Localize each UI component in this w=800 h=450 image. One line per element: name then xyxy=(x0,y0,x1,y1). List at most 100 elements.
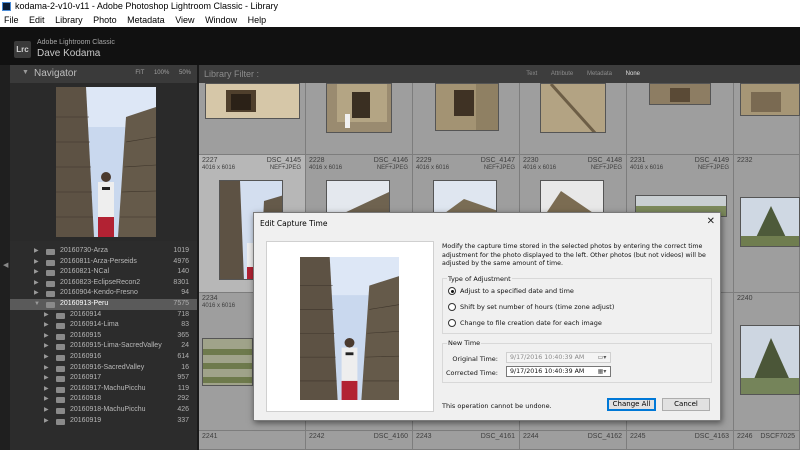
menu-edit[interactable]: Edit xyxy=(25,13,49,27)
grid-cell[interactable] xyxy=(627,83,734,155)
photo-thumbnail[interactable] xyxy=(435,83,499,131)
expand-right-icon[interactable]: ▶ xyxy=(44,320,49,331)
change-all-button[interactable]: Change All xyxy=(607,398,656,411)
folder-count: 4976 xyxy=(173,257,189,265)
grid-cell[interactable] xyxy=(413,83,520,155)
folder-count: 614 xyxy=(177,352,189,360)
folder-row[interactable]: ▶ 20160914-Lima 83 xyxy=(10,320,197,331)
close-icon[interactable]: ✕ xyxy=(707,216,715,227)
library-filter-bar: Library Filter : Text Attribute Metadata… xyxy=(199,65,800,83)
folder-row[interactable]: ▶ 20160821-NCal 140 xyxy=(10,267,197,278)
zoom-50[interactable]: 50% xyxy=(179,70,191,76)
expand-right-icon[interactable]: ▶ xyxy=(44,416,49,427)
menu-file[interactable]: File xyxy=(0,13,23,27)
cell-index: 2231 xyxy=(630,157,646,164)
grid-cell[interactable]: 2243 DSC_4161 xyxy=(413,431,520,450)
folder-row[interactable]: ▶ 20160811-Arza-Perseids 4976 xyxy=(10,257,197,268)
menu-help[interactable]: Help xyxy=(244,13,271,27)
collapse-left-icon[interactable]: ◀ xyxy=(3,261,8,269)
navigator-title: Navigator xyxy=(34,68,77,79)
expand-right-icon[interactable]: ▶ xyxy=(34,267,39,278)
expand-right-icon[interactable]: ▶ xyxy=(44,341,49,352)
grid-cell[interactable]: 2242 DSC_4160 xyxy=(306,431,413,450)
grid-cell[interactable]: 2232 xyxy=(734,155,800,293)
navigator-header[interactable]: ▼ Navigator FIT 100% 50% xyxy=(10,65,197,83)
folder-row[interactable]: ▼ 20160913-Peru 7575 xyxy=(10,298,197,310)
photo-thumbnail[interactable] xyxy=(205,83,300,119)
photo-thumbnail[interactable] xyxy=(740,197,800,247)
photo-thumbnail[interactable] xyxy=(326,83,392,133)
filter-metadata[interactable]: Metadata xyxy=(587,71,612,77)
navigator-preview[interactable] xyxy=(10,83,197,241)
expand-right-icon[interactable]: ▶ xyxy=(44,331,49,342)
expand-right-icon[interactable]: ▶ xyxy=(34,257,39,268)
grid-cell[interactable]: 2244 DSC_4162 xyxy=(520,431,627,450)
folder-count: 718 xyxy=(177,310,189,318)
expand-right-icon[interactable]: ▶ xyxy=(44,363,49,374)
corrected-time-field[interactable]: 9/17/2016 10:40:39 AM ▦▾ xyxy=(506,366,611,377)
expand-right-icon[interactable]: ▶ xyxy=(44,384,49,395)
menu-photo[interactable]: Photo xyxy=(89,13,121,27)
folder-row[interactable]: ▶ 20160916-SacredValley 16 xyxy=(10,363,197,374)
photo-thumbnail[interactable] xyxy=(649,83,711,105)
photo-thumbnail[interactable] xyxy=(540,83,606,133)
dialog-photo-frame xyxy=(266,241,434,412)
expand-right-icon[interactable]: ▶ xyxy=(34,246,39,257)
folder-row[interactable]: ▶ 20160919 337 xyxy=(10,416,197,427)
left-panel-edge[interactable]: ◀ xyxy=(0,65,10,450)
grid-cell[interactable]: 2240 xyxy=(734,293,800,431)
folder-row[interactable]: ▶ 20160917 957 xyxy=(10,373,197,384)
expand-right-icon[interactable]: ▶ xyxy=(34,288,39,299)
folder-name: 20160916-SacredValley xyxy=(70,363,145,371)
grid-cell[interactable]: 2246 DSCF7025 xyxy=(734,431,800,450)
menu-library[interactable]: Library xyxy=(51,13,87,27)
grid-cell[interactable] xyxy=(520,83,627,155)
cancel-button[interactable]: Cancel xyxy=(662,398,710,411)
expand-right-icon[interactable]: ▶ xyxy=(44,405,49,416)
expand-right-icon[interactable]: ▶ xyxy=(34,278,39,289)
collapse-triangle-icon[interactable]: ▼ xyxy=(22,69,29,76)
radio-button[interactable] xyxy=(448,303,456,311)
menu-metadata[interactable]: Metadata xyxy=(123,13,169,27)
grid-cell[interactable] xyxy=(199,83,306,155)
photo-thumbnail[interactable] xyxy=(202,338,253,386)
filter-attribute[interactable]: Attribute xyxy=(551,71,573,77)
left-panel: ▼ Navigator FIT 100% 50% ▶ 20160730-Arza… xyxy=(10,65,197,450)
folder-row[interactable]: ▶ 20160904-Kendo-Fresno 94 xyxy=(10,288,197,299)
folder-row[interactable]: ▶ 20160918-MachuPicchu 426 xyxy=(10,405,197,416)
radio-button[interactable] xyxy=(448,319,456,327)
original-time-label: Original Time: xyxy=(452,355,498,363)
folder-count: 16 xyxy=(181,363,189,371)
expand-down-icon[interactable]: ▼ xyxy=(34,299,40,310)
zoom-100[interactable]: 100% xyxy=(154,70,169,76)
expand-right-icon[interactable]: ▶ xyxy=(44,373,49,384)
radio-button-selected[interactable] xyxy=(448,287,456,295)
photo-thumbnail[interactable] xyxy=(740,83,800,116)
folder-row[interactable]: ▶ 20160914 718 xyxy=(10,310,197,321)
menu-window[interactable]: Window xyxy=(201,13,241,27)
folder-row[interactable]: ▶ 20160823-EclipseRecon2 8301 xyxy=(10,278,197,289)
folder-row[interactable]: ▶ 20160730-Arza 1019 xyxy=(10,246,197,257)
calendar-dropdown-icon[interactable]: ▦▾ xyxy=(595,368,609,375)
folder-row[interactable]: ▶ 20160915-Lima-SacredValley 24 xyxy=(10,341,197,352)
folder-row[interactable]: ▶ 20160917-MachuPicchu 119 xyxy=(10,384,197,395)
filter-none[interactable]: None xyxy=(626,71,640,77)
grid-cell[interactable]: 2245 DSC_4163 xyxy=(627,431,734,450)
expand-right-icon[interactable]: ▶ xyxy=(44,394,49,405)
folder-count: 426 xyxy=(177,405,189,413)
zoom-fit[interactable]: FIT xyxy=(135,70,144,76)
grid-cell[interactable]: 2241 xyxy=(199,431,306,450)
filter-text[interactable]: Text xyxy=(526,71,537,77)
expand-right-icon[interactable]: ▶ xyxy=(44,310,49,321)
grid-cell[interactable] xyxy=(306,83,413,155)
folder-row[interactable]: ▶ 20160916 614 xyxy=(10,352,197,363)
folder-row[interactable]: ▶ 20160915 365 xyxy=(10,331,197,342)
photo-thumbnail[interactable] xyxy=(740,325,800,395)
grid-cell[interactable] xyxy=(734,83,800,155)
menu-view[interactable]: View xyxy=(171,13,198,27)
expand-right-icon[interactable]: ▶ xyxy=(44,352,49,363)
corrected-time-value[interactable]: 9/17/2016 10:40:39 AM xyxy=(510,368,584,375)
folder-row[interactable]: ▶ 20160918 292 xyxy=(10,394,197,405)
original-time-value: 9/17/2016 10:40:39 AM xyxy=(510,354,585,361)
dialog-photo xyxy=(300,257,399,400)
